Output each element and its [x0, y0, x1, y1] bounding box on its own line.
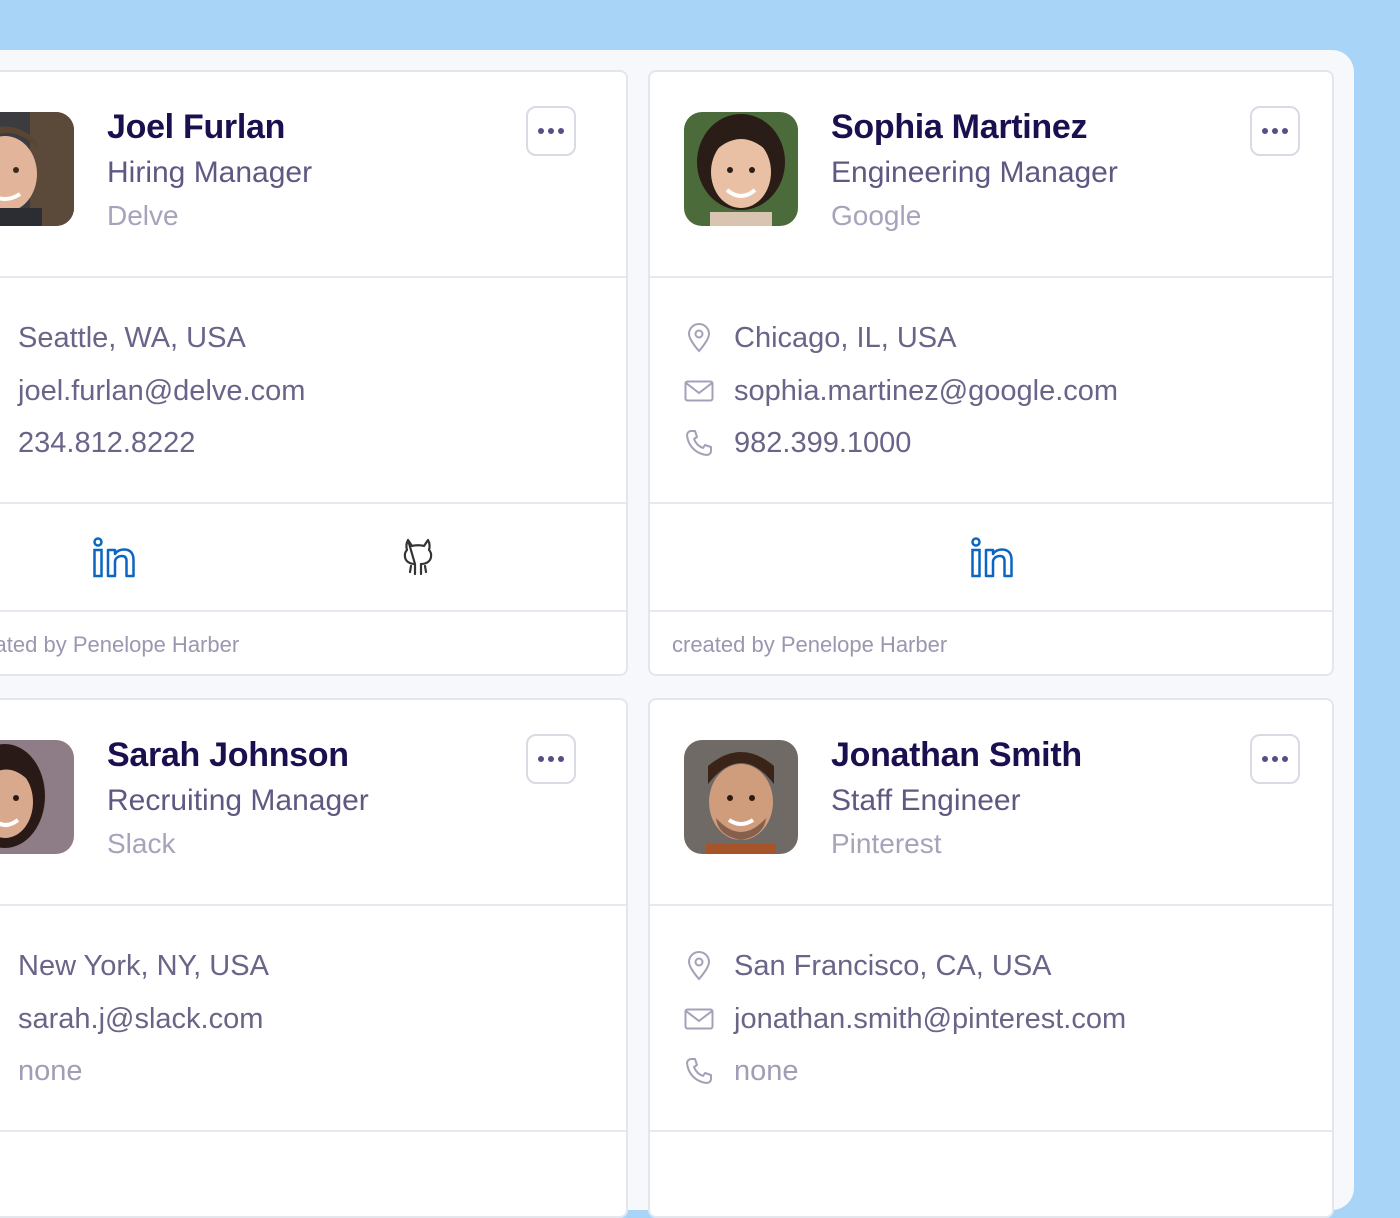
location-text: Seattle, WA, USA	[18, 321, 246, 354]
contacts-panel: Joel Furlan Hiring Manager Delve Seattle…	[0, 50, 1354, 1218]
email-row: sophia.martinez@google.com	[684, 371, 1118, 411]
contact-name: Sophia Martinez	[831, 108, 1088, 146]
contact-title: Hiring Manager	[107, 156, 313, 189]
card-footer: created by Penelope Harber	[650, 612, 1332, 674]
more-options-button[interactable]	[526, 734, 576, 784]
map-pin-icon	[684, 951, 714, 981]
phone-text: none	[18, 1054, 83, 1087]
contact-name: Jonathan Smith	[831, 736, 1082, 774]
avatar	[0, 112, 74, 226]
card-header: Jonathan Smith Staff Engineer Pinterest	[650, 700, 1332, 906]
contact-card: Sarah Johnson Recruiting Manager Slack N…	[0, 698, 628, 1218]
mail-icon	[684, 1004, 714, 1034]
more-options-button[interactable]	[1250, 106, 1300, 156]
more-horizontal-icon	[1262, 756, 1268, 762]
location-row: Chicago, IL, USA	[684, 318, 956, 358]
phone-row: 982.399.1000	[684, 423, 911, 463]
contact-title: Recruiting Manager	[107, 784, 369, 817]
card-header: Sarah Johnson Recruiting Manager Slack	[0, 700, 626, 906]
email-link[interactable]: jonathan.smith@pinterest.com	[734, 1003, 1126, 1036]
email-link[interactable]: sophia.martinez@google.com	[734, 375, 1118, 408]
location-text: New York, NY, USA	[18, 949, 269, 982]
location-text: Chicago, IL, USA	[734, 321, 957, 354]
contact-card: Sophia Martinez Engineering Manager Goog…	[648, 70, 1334, 676]
avatar	[684, 112, 798, 226]
location-text: San Francisco, CA, USA	[734, 949, 1052, 982]
contact-company: Pinterest	[831, 828, 942, 859]
contact-company: Google	[831, 200, 922, 231]
phone-row: none	[684, 1051, 799, 1091]
card-header: Joel Furlan Hiring Manager Delve	[0, 72, 626, 278]
contact-card: Joel Furlan Hiring Manager Delve Seattle…	[0, 70, 628, 676]
email-row: jonathan.smith@pinterest.com	[684, 999, 1126, 1039]
more-horizontal-icon	[538, 128, 544, 134]
more-horizontal-icon	[538, 756, 544, 762]
avatar	[0, 740, 74, 854]
linkedin-link[interactable]	[90, 534, 138, 580]
map-pin-icon	[684, 323, 714, 353]
linkedin-link[interactable]	[968, 534, 1016, 580]
phone-icon	[684, 1056, 714, 1086]
created-by-text: created by Penelope Harber	[0, 632, 240, 657]
more-options-button[interactable]	[526, 106, 576, 156]
phone-icon	[684, 428, 714, 458]
contact-name: Sarah Johnson	[107, 736, 349, 774]
mail-icon	[684, 376, 714, 406]
linkedin-icon	[93, 537, 135, 578]
social-links	[650, 504, 1332, 612]
email-link[interactable]: joel.furlan@delve.com	[18, 375, 305, 408]
phone-text: 234.812.8222	[18, 426, 196, 459]
avatar	[684, 740, 798, 854]
contact-title: Engineering Manager	[831, 156, 1118, 189]
email-link[interactable]: sarah.j@slack.com	[18, 1003, 263, 1036]
card-contact-info: San Francisco, CA, USA jonathan.smith@pi…	[650, 906, 1332, 1132]
github-link[interactable]	[398, 534, 438, 580]
github-icon	[403, 538, 433, 576]
phone-text: none	[734, 1054, 799, 1087]
more-horizontal-icon	[1262, 128, 1268, 134]
card-contact-info: Seattle, WA, USA joel.furlan@delve.com 2…	[0, 278, 626, 504]
card-footer: created by Penelope Harber	[0, 612, 626, 674]
phone-text: 982.399.1000	[734, 426, 912, 459]
contact-card: Jonathan Smith Staff Engineer Pinterest …	[648, 698, 1334, 1218]
contact-company: Delve	[107, 200, 179, 231]
more-options-button[interactable]	[1250, 734, 1300, 784]
linkedin-icon	[971, 537, 1013, 578]
contact-title: Staff Engineer	[831, 784, 1021, 817]
contact-company: Slack	[107, 828, 176, 859]
location-row: San Francisco, CA, USA	[684, 946, 1052, 986]
created-by-text: created by Penelope Harber	[672, 632, 948, 657]
social-links	[0, 504, 626, 612]
card-header: Sophia Martinez Engineering Manager Goog…	[650, 72, 1332, 278]
contact-name: Joel Furlan	[107, 108, 286, 146]
card-contact-info: New York, NY, USA sarah.j@slack.com none	[0, 906, 626, 1132]
card-contact-info: Chicago, IL, USA sophia.martinez@google.…	[650, 278, 1332, 504]
